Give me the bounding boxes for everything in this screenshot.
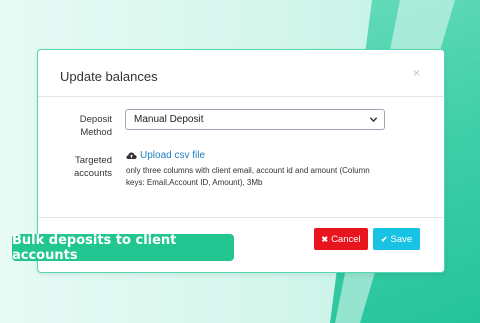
- deposit-method-selected-value: Manual Deposit: [134, 114, 204, 125]
- times-icon: ✖: [321, 234, 329, 244]
- chevron-down-icon: [369, 117, 378, 123]
- deposit-method-label: Deposit Method: [46, 113, 112, 139]
- feature-callout: Bulk deposits to client accounts: [12, 233, 234, 263]
- deposit-method-label-line2: Method: [80, 127, 112, 138]
- upload-csv-link-text: Upload csv file: [140, 150, 206, 161]
- footer-divider: [38, 217, 444, 218]
- save-button-label: Save: [390, 233, 413, 245]
- upload-help-text: only three columns with client email, ac…: [126, 166, 370, 187]
- close-icon[interactable]: ×: [413, 67, 420, 79]
- check-icon: ✔: [380, 234, 388, 244]
- targeted-accounts-label-line1: Targeted: [75, 155, 112, 166]
- cancel-button-label: Cancel: [331, 233, 361, 245]
- deposit-method-select[interactable]: Manual Deposit: [125, 109, 385, 130]
- upload-csv-link[interactable]: Upload csv file: [126, 150, 205, 161]
- save-button[interactable]: ✔ Save: [373, 228, 420, 250]
- cancel-button[interactable]: ✖ Cancel: [314, 228, 368, 250]
- targeted-accounts-label-line2: accounts: [73, 168, 112, 179]
- deposit-method-label-line1: Deposit: [79, 114, 112, 125]
- cloud-upload-icon: [126, 152, 137, 159]
- dialog-header: Update balances ×: [38, 50, 444, 97]
- targeted-accounts-label: Targeted accounts: [46, 154, 112, 180]
- dialog-title: Update balances: [60, 69, 158, 84]
